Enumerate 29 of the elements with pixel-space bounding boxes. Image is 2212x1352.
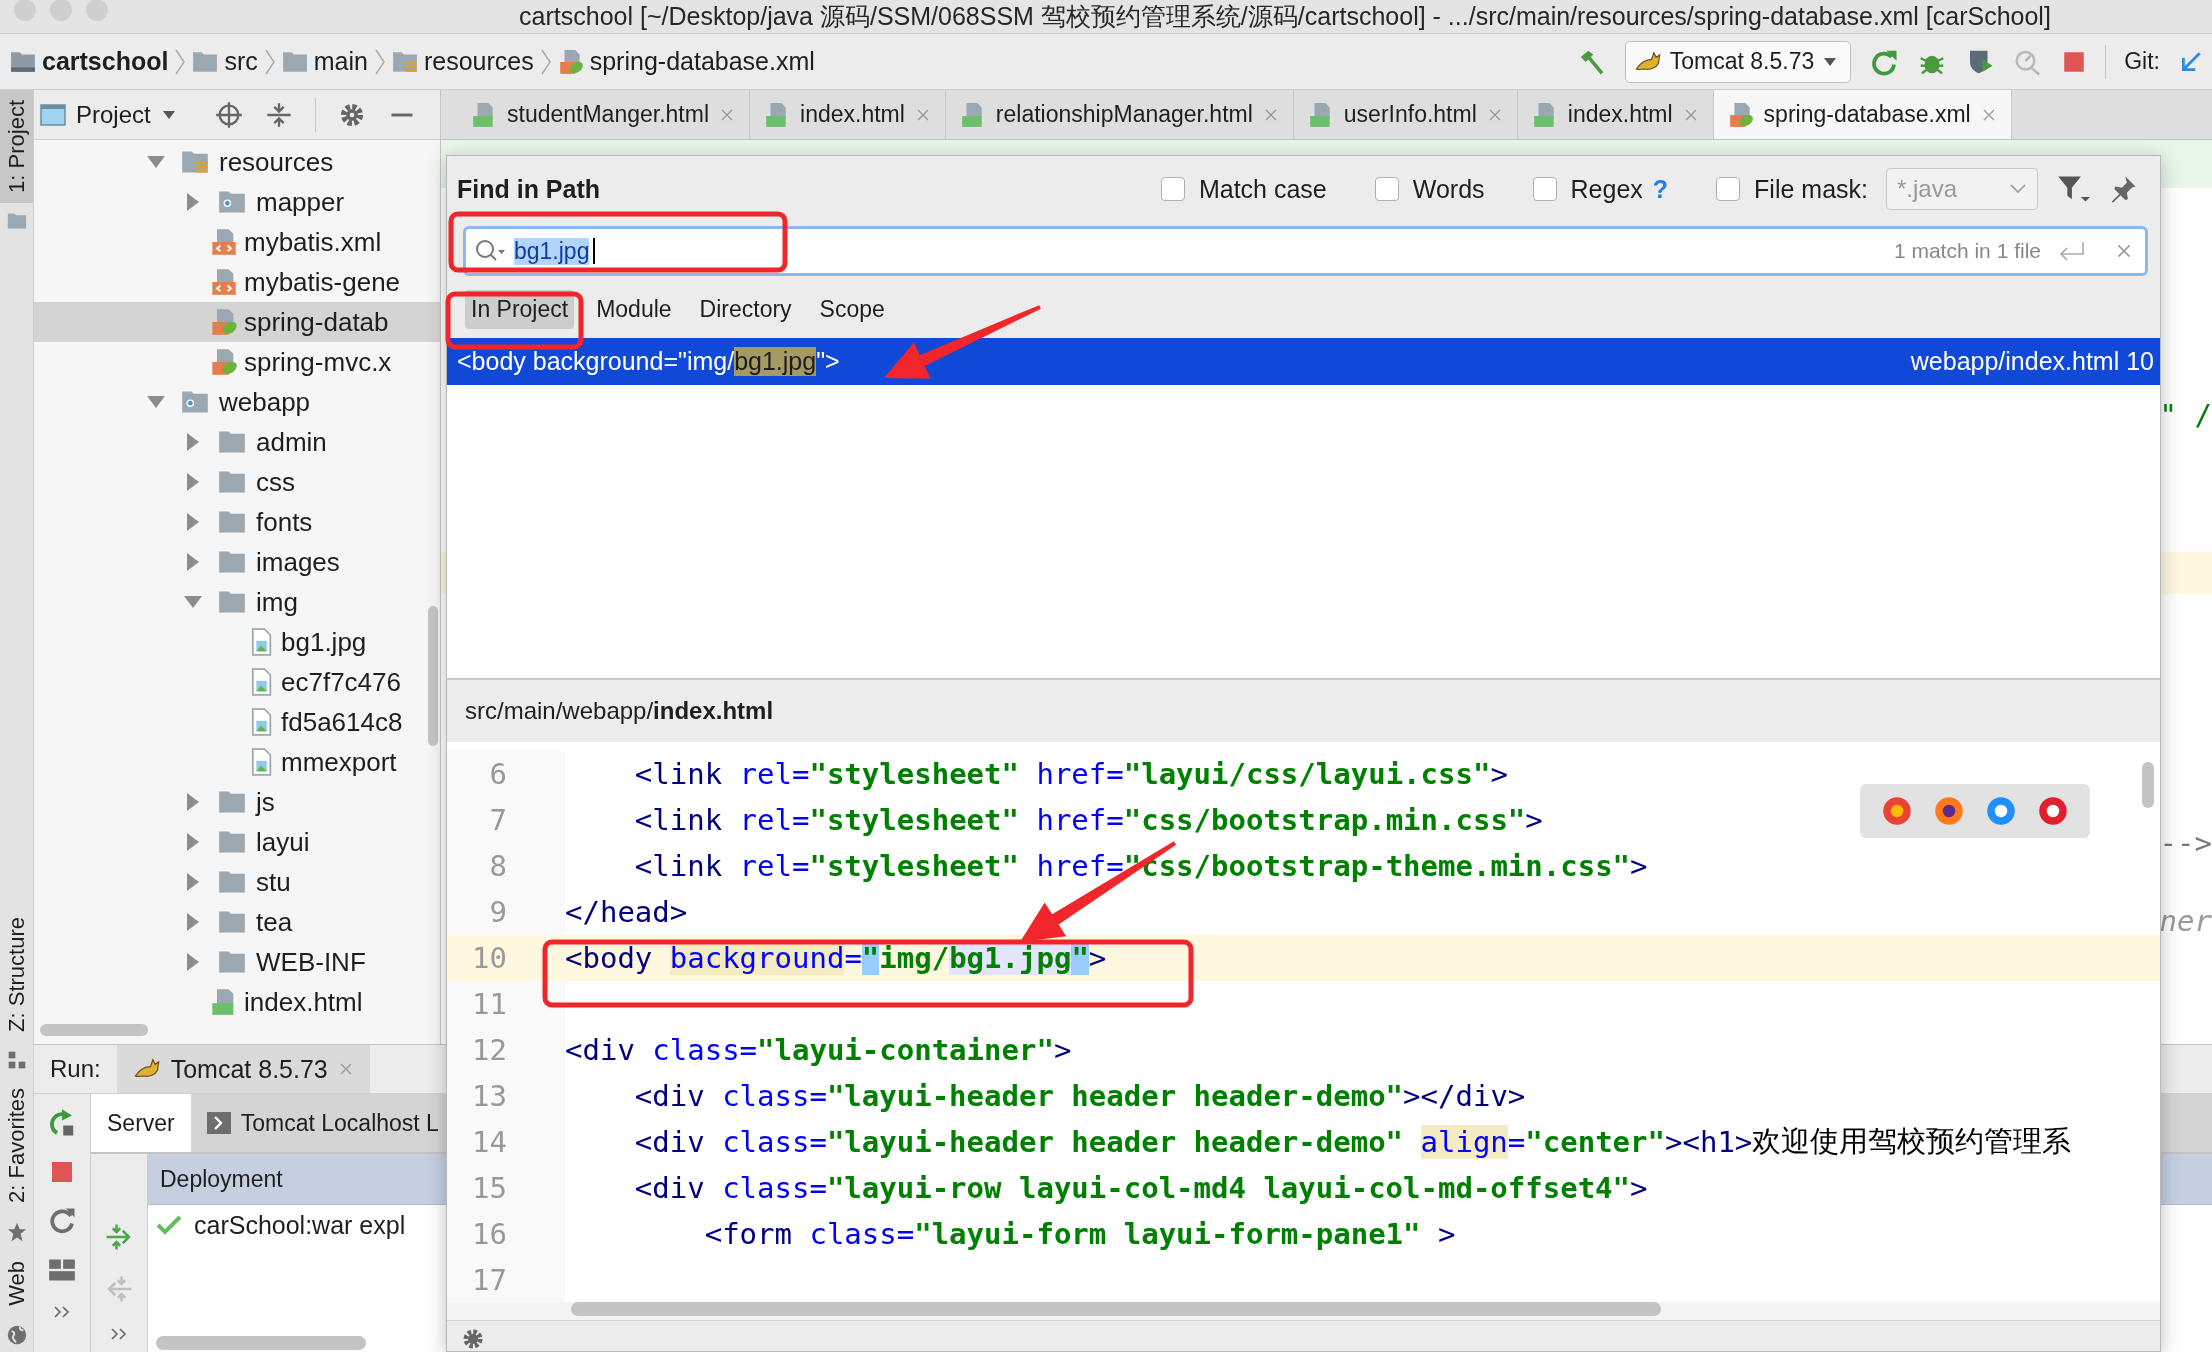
- line-number: 15: [447, 1165, 565, 1211]
- code-line: </head>: [565, 894, 688, 931]
- file-path: src/main/webapp/index.html: [447, 678, 2160, 742]
- line-number: 7: [447, 797, 565, 843]
- code-line: <link rel="stylesheet" href="layui/css/layui.css">: [633, 756, 1508, 793]
- code-line: <link rel="stylesheet" href="css/bootstrap.min.css">: [633, 802, 1543, 839]
- code-line: <body background="img/bg1.jpg">: [565, 940, 1107, 977]
- line-number: 17: [447, 1257, 565, 1302]
- file-location: webapp/index.html 10: [1910, 347, 2154, 376]
- code-line: <form class="layui-form layui-form-pane1" >: [703, 1216, 1456, 1253]
- line-number: 9: [447, 889, 565, 935]
- dialog-title: Find in Path: [457, 174, 601, 204]
- line-number: 8: [447, 843, 565, 889]
- code-line: <div class="layui-row layui-col-md4 layui-col-md-offset4">: [633, 1170, 1648, 1207]
- line-number: 6: [447, 751, 565, 797]
- code-line: <div class="layui-header header header-demo"></div>: [633, 1078, 1526, 1115]
- vcs-label: Git:: [2124, 48, 2160, 75]
- line-number: 12: [447, 1027, 565, 1073]
- line-number: 16: [447, 1211, 565, 1257]
- match-count: 1 match in 1 file: [1893, 239, 2041, 263]
- code-fragment: ner: [2159, 904, 2212, 938]
- code-fragment: " /: [2159, 398, 2212, 432]
- window-title: cartschool [~/Desktop/java 源码/SSM/068SSM 驾校预约管理系统/源码/cartschool] - .../src/main/resources/spring-database.xml [carSchool]: [518, 1, 2052, 32]
- line-number: 11: [447, 981, 565, 1027]
- panel-label: Run:: [49, 1055, 102, 1083]
- code-line: <div class="layui-container">: [565, 1032, 1072, 1069]
- code-fragment: -->: [2159, 826, 2212, 860]
- line-number: 14: [447, 1119, 565, 1165]
- line-number: 13: [447, 1073, 565, 1119]
